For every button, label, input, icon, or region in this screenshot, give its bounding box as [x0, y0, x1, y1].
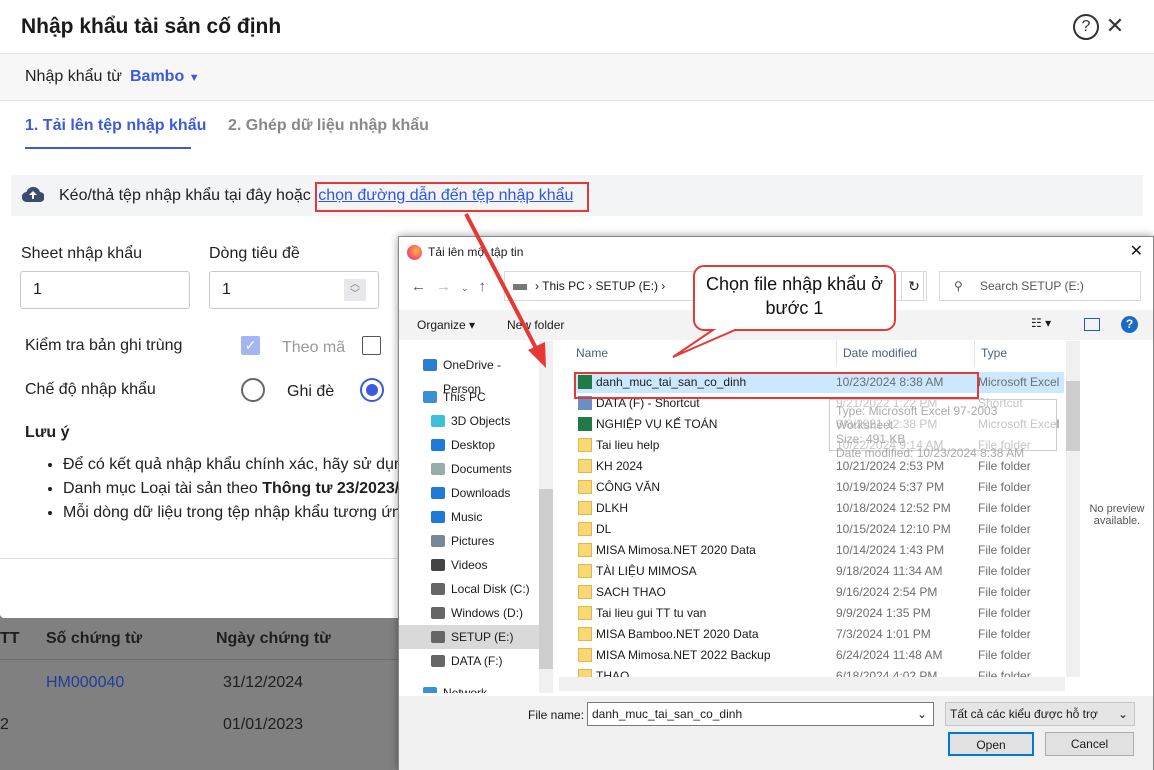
callout-text: Chọn file nhập khẩu ở bước 1 [706, 274, 883, 318]
arrow-head [528, 342, 546, 368]
annotation-arrow [464, 213, 896, 368]
arrow-line [464, 213, 540, 353]
